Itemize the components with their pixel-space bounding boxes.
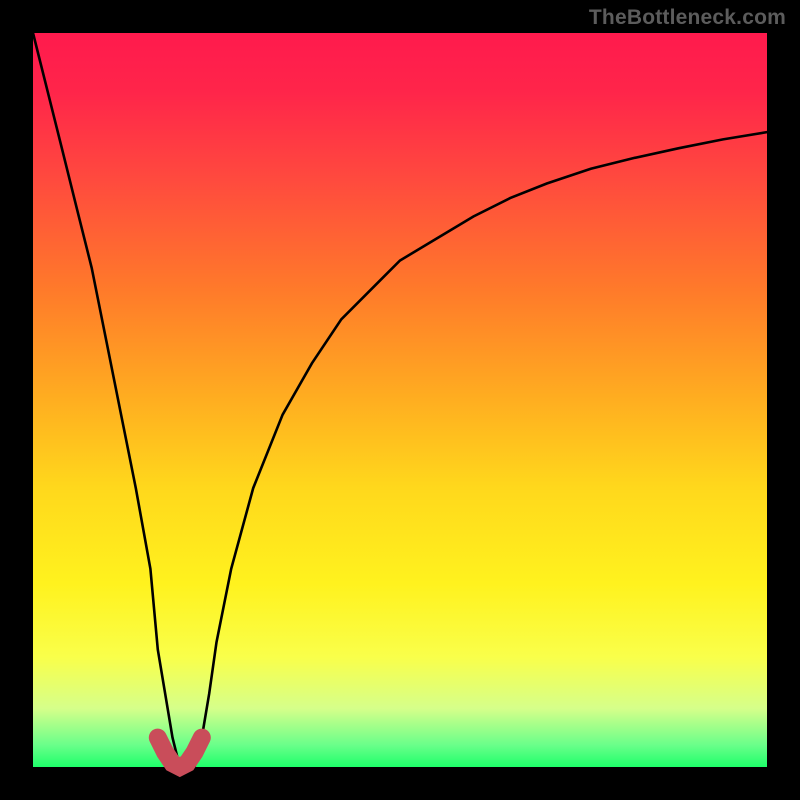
chart-frame: TheBottleneck.com: [0, 0, 800, 800]
curve-layer: [33, 33, 767, 767]
highlight-mask: [158, 738, 202, 767]
plot-area: [33, 33, 767, 767]
watermark-text: TheBottleneck.com: [589, 6, 786, 30]
bottleneck-curve: [33, 33, 767, 767]
